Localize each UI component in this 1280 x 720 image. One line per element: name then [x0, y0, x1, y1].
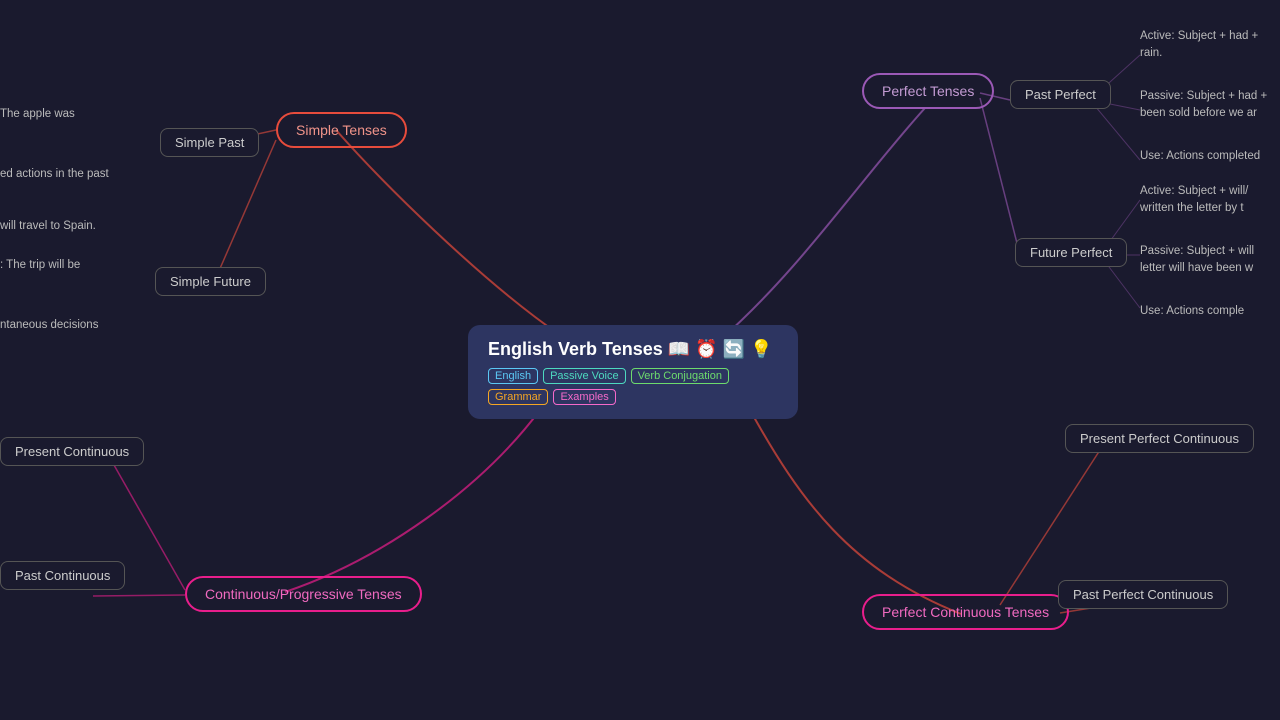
tag-grammar[interactable]: Grammar [488, 389, 548, 405]
text-apple: The apple was [0, 106, 75, 123]
tag-passive-voice[interactable]: Passive Voice [543, 368, 625, 384]
central-node: English Verb Tenses 📖 ⏰ 🔄 💡 English Pass… [468, 325, 798, 419]
text-instantaneous: ntaneous decisions [0, 317, 98, 334]
present-continuous-label: Present Continuous [0, 437, 144, 466]
tag-english[interactable]: English [488, 368, 538, 384]
perfect-tenses-node[interactable]: Perfect Tenses [862, 73, 994, 109]
text-trip-will: : The trip will be [0, 257, 80, 274]
simple-future-node[interactable]: Simple Future [155, 267, 266, 296]
future-perfect-label: Future Perfect [1015, 238, 1127, 267]
continuous-tenses-node[interactable]: Continuous/Progressive Tenses [185, 576, 422, 612]
simple-tenses-node[interactable]: Simple Tenses [276, 112, 407, 148]
past-perfect-label: Past Perfect [1010, 80, 1111, 109]
text-passive-had: Passive: Subject + had + been sold befor… [1140, 88, 1267, 123]
text-use-completed: Use: Actions completed [1140, 148, 1260, 165]
text-active-had: Active: Subject + had + rain. [1140, 28, 1258, 63]
past-continuous-node[interactable]: Past Continuous [0, 561, 125, 590]
past-perfect-continuous-label: Past Perfect Continuous [1058, 580, 1228, 609]
text-ed-actions: ed actions in the past [0, 166, 109, 183]
past-perfect-continuous-node[interactable]: Past Perfect Continuous [1058, 580, 1228, 609]
past-perfect-node[interactable]: Past Perfect [1010, 80, 1111, 109]
tag-examples[interactable]: Examples [553, 389, 615, 405]
present-continuous-node[interactable]: Present Continuous [0, 437, 144, 466]
past-continuous-label: Past Continuous [0, 561, 125, 590]
future-perfect-node[interactable]: Future Perfect [1015, 238, 1127, 267]
text-passive-will: Passive: Subject + will letter will have… [1140, 243, 1254, 278]
perfect-continuous-tenses-node[interactable]: Perfect Continuous Tenses [862, 594, 1069, 630]
text-use-comp2: Use: Actions comple [1140, 303, 1244, 320]
text-active-will: Active: Subject + will/ written the lett… [1140, 183, 1248, 218]
tag-verb-conjugation[interactable]: Verb Conjugation [631, 368, 729, 384]
perfect-continuous-tenses-label: Perfect Continuous Tenses [862, 594, 1069, 630]
simple-past-node[interactable]: Simple Past [160, 128, 259, 157]
present-perfect-continuous-label: Present Perfect Continuous [1065, 424, 1254, 453]
text-will-travel: will travel to Spain. [0, 218, 96, 235]
perfect-tenses-label: Perfect Tenses [862, 73, 994, 109]
central-tags: English Passive Voice Verb Conjugation G… [488, 368, 778, 405]
central-title: English Verb Tenses 📖 ⏰ 🔄 💡 [488, 339, 778, 360]
present-perfect-continuous-node[interactable]: Present Perfect Continuous [1065, 424, 1254, 453]
simple-past-label: Simple Past [160, 128, 259, 157]
simple-future-label: Simple Future [155, 267, 266, 296]
continuous-tenses-label: Continuous/Progressive Tenses [185, 576, 422, 612]
simple-tenses-label: Simple Tenses [276, 112, 407, 148]
